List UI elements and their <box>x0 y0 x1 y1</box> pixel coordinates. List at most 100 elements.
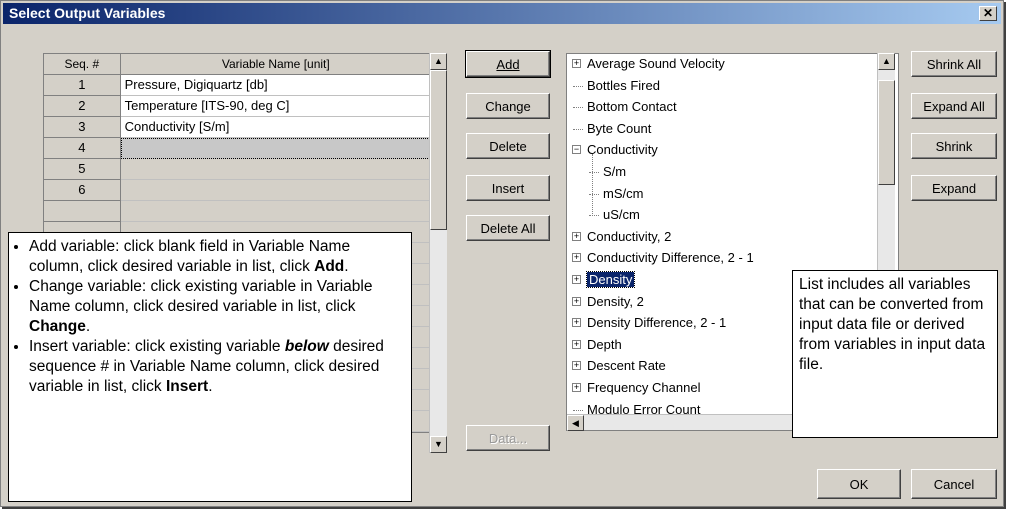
expand-button[interactable]: Expand <box>911 175 997 201</box>
variable-name-cell[interactable]: Pressure, Digiquartz [db] <box>120 75 432 96</box>
expand-node-icon[interactable]: + <box>572 296 581 306</box>
tree-item-label: Conductivity, 2 <box>587 228 672 244</box>
variable-name-cell[interactable] <box>120 138 432 159</box>
table-row[interactable]: 6 <box>44 180 432 201</box>
ok-button[interactable]: OK <box>817 469 901 499</box>
instruction-text: Insert variable: click existing variable <box>29 338 285 355</box>
instruction-punct: . <box>344 258 349 275</box>
tree-item-label: mS/cm <box>603 185 644 201</box>
table-row[interactable]: 1 Pressure, Digiquartz [db] <box>44 75 432 96</box>
table-header: Seq. # Variable Name [unit] <box>44 54 432 75</box>
instructions-callout: Add variable: click blank field in Varia… <box>8 232 412 502</box>
expand-node-icon[interactable]: + <box>572 59 581 68</box>
tree-item-label: Byte Count <box>587 120 652 136</box>
tree-item[interactable]: S/m <box>589 164 626 180</box>
add-label: Add <box>496 56 520 72</box>
instruction-item: Insert variable: click existing variable… <box>29 337 405 397</box>
expand-node-icon[interactable]: + <box>572 231 581 241</box>
expand-all-button[interactable]: Expand All <box>911 93 997 119</box>
instruction-action: Insert <box>165 378 209 395</box>
instruction-emphasis: below <box>284 338 329 355</box>
shrink-button[interactable]: Shrink <box>911 133 997 159</box>
close-button[interactable]: ✕ <box>979 6 997 21</box>
tree-item-label: Density, 2 <box>587 293 644 309</box>
change-button[interactable]: Change <box>466 93 550 119</box>
tree-item[interactable]: + Density <box>572 271 636 288</box>
table-row[interactable]: 2 Temperature [ITS-90, deg C] <box>44 96 432 117</box>
tree-branch-line <box>592 154 593 214</box>
shrink-all-button[interactable]: Shrink All <box>911 51 997 77</box>
tree-item[interactable]: + Conductivity Difference, 2 - 1 <box>572 250 754 266</box>
tree-item-label: Descent Rate <box>587 358 666 374</box>
table-row[interactable]: 4 <box>44 138 432 159</box>
tree-item-label: Bottom Contact <box>587 99 677 115</box>
seq-cell: 1 <box>44 75 121 96</box>
scroll-down-arrow-icon[interactable]: ▼ <box>430 436 447 453</box>
instruction-punct: . <box>85 318 91 335</box>
tree-item[interactable]: Bottom Contact <box>573 99 677 115</box>
instruction-text: Add variable: click blank field in Varia… <box>29 238 351 275</box>
table-row[interactable]: 3 Conductivity [S/m] <box>44 117 432 138</box>
seq-cell: 3 <box>44 117 121 138</box>
delete-button[interactable]: Delete <box>466 133 550 159</box>
table-scrollbar[interactable]: ▲ ▼ <box>429 53 447 453</box>
tree-connector-icon <box>573 409 583 411</box>
tree-item[interactable]: Bottles Fired <box>573 77 660 94</box>
tree-scroll-up-arrow-icon[interactable]: ▲ <box>878 53 895 70</box>
tree-connector-icon <box>573 107 583 109</box>
expand-node-icon[interactable]: + <box>572 253 581 263</box>
tree-item-label: Average Sound Velocity <box>587 56 725 71</box>
expand-node-icon[interactable]: + <box>572 339 581 349</box>
tree-item-label: Bottles Fired <box>587 77 660 93</box>
table-row[interactable]: 5 <box>44 159 432 180</box>
instruction-item: Add variable: click blank field in Varia… <box>29 237 405 277</box>
tree-item[interactable]: − Conductivity <box>572 142 658 158</box>
list-note-callout: List includes all variables that can be … <box>792 270 998 438</box>
variable-name-cell[interactable] <box>120 180 432 201</box>
tree-scroll-left-arrow-icon[interactable]: ◀ <box>567 415 584 431</box>
data-button[interactable]: Data... <box>466 425 550 451</box>
tree-item[interactable]: mS/cm <box>589 185 644 202</box>
collapse-node-icon[interactable]: − <box>572 145 581 155</box>
tree-item[interactable]: + Depth <box>572 336 622 353</box>
variable-name-column-header: Variable Name [unit] <box>120 54 432 75</box>
tree-item[interactable]: Byte Count <box>573 120 652 137</box>
expand-node-icon[interactable]: + <box>572 275 581 284</box>
scroll-up-arrow-icon[interactable]: ▲ <box>430 53 447 70</box>
tree-item[interactable]: uS/cm <box>589 207 640 223</box>
variable-name-cell[interactable]: Temperature [ITS-90, deg C] <box>120 96 432 117</box>
seq-cell: 6 <box>44 180 121 201</box>
tree-item-label: Depth <box>587 336 622 352</box>
tree-connector-icon <box>589 215 599 217</box>
instruction-punct: . <box>208 378 213 395</box>
variable-name-cell[interactable] <box>120 201 432 222</box>
scroll-thumb[interactable] <box>430 70 447 230</box>
tree-connector-icon <box>573 85 583 87</box>
tree-item[interactable]: + Density Difference, 2 - 1 <box>572 315 727 331</box>
instruction-action: Change <box>29 318 86 335</box>
tree-item[interactable]: + Descent Rate <box>572 358 666 374</box>
expand-node-icon[interactable]: + <box>572 318 581 328</box>
variable-name-cell[interactable]: Conductivity [S/m] <box>120 117 432 138</box>
variable-name-cell[interactable] <box>120 159 432 180</box>
tree-scroll-thumb[interactable] <box>878 80 895 185</box>
seq-cell: 5 <box>44 159 121 180</box>
add-button[interactable]: Add <box>465 50 551 78</box>
expand-node-icon[interactable]: + <box>572 383 581 392</box>
tree-item[interactable]: + Density, 2 <box>572 293 644 310</box>
tree-item[interactable]: + Average Sound Velocity <box>572 56 725 72</box>
table-row[interactable] <box>44 201 432 222</box>
tree-item[interactable]: + Frequency Channel <box>572 380 700 396</box>
instruction-action: Add <box>314 258 345 275</box>
tree-item-label: Density Difference, 2 - 1 <box>587 315 727 331</box>
tree-connector-icon <box>589 193 599 195</box>
cancel-button[interactable]: Cancel <box>911 469 997 499</box>
insert-button[interactable]: Insert <box>466 175 550 201</box>
tree-item[interactable]: + Conductivity, 2 <box>572 228 672 245</box>
expand-node-icon[interactable]: + <box>572 361 581 371</box>
tree-item-label: Density <box>585 271 636 288</box>
title-bar: Select Output Variables ✕ <box>3 3 1001 24</box>
seq-cell: 2 <box>44 96 121 117</box>
tree-connector-icon <box>589 172 599 173</box>
delete-all-button[interactable]: Delete All <box>466 215 550 241</box>
